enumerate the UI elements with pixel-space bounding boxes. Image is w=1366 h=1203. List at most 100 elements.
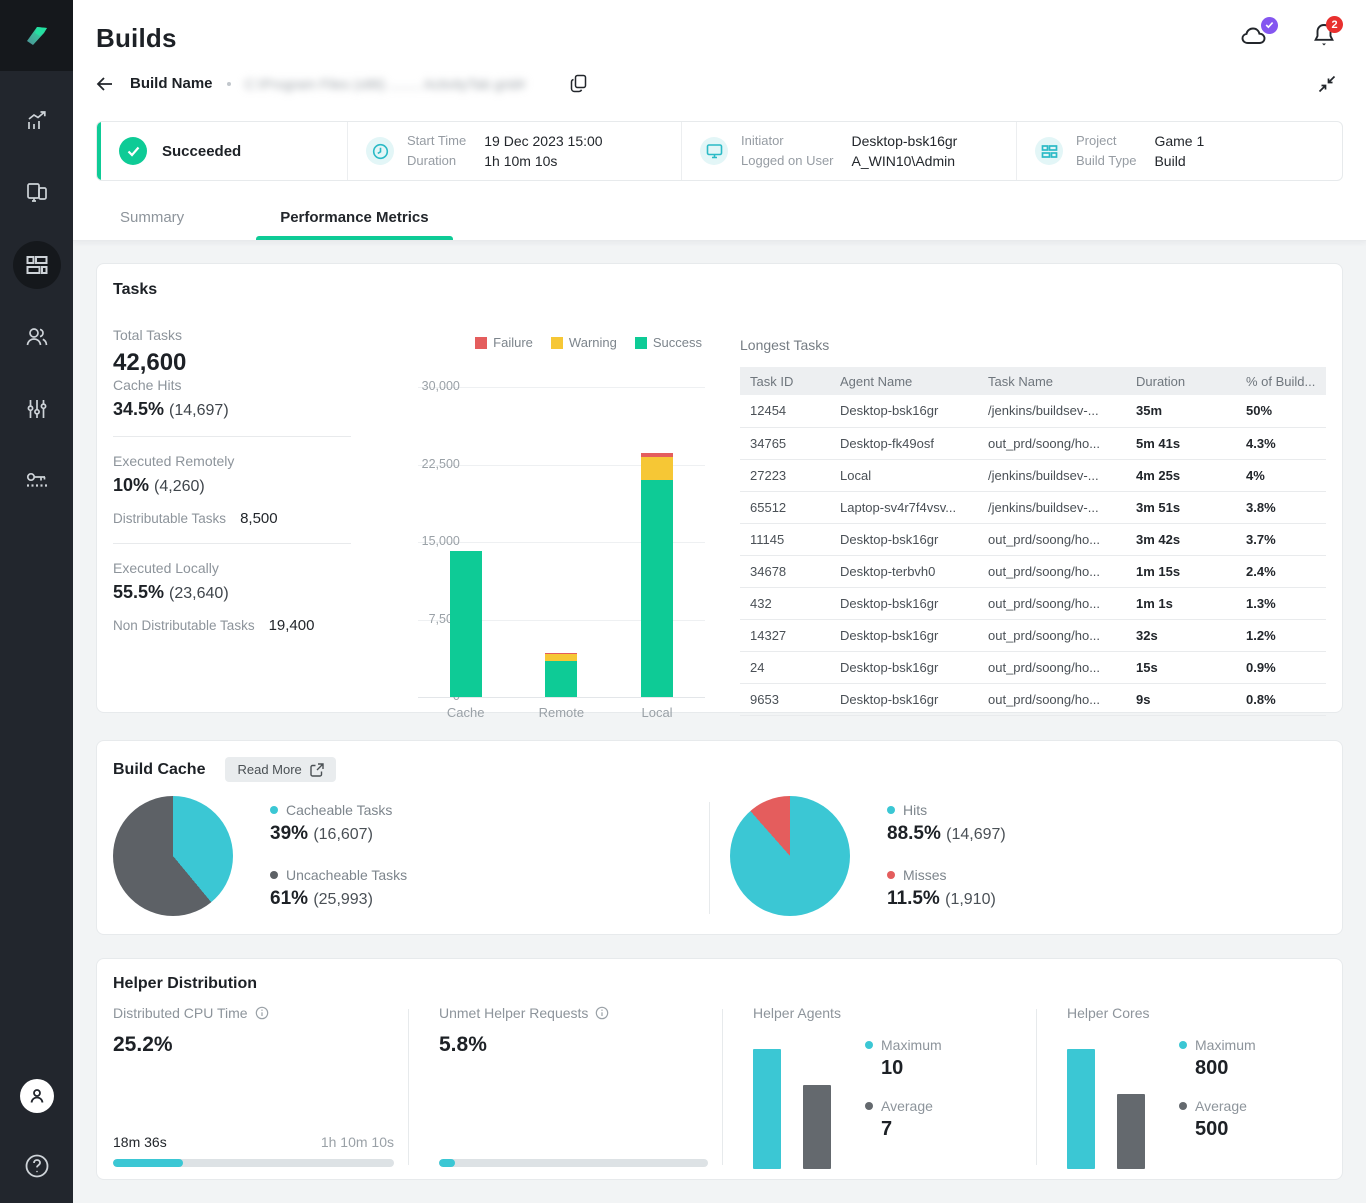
tab-performance-metrics[interactable]: Performance Metrics: [256, 199, 452, 240]
cloud-status-button[interactable]: [1240, 24, 1270, 53]
legend-value: 61% (25,993): [270, 888, 407, 910]
cores-max-value: 800: [1195, 1057, 1256, 1080]
pct-of-build: 4%: [1236, 459, 1326, 491]
task-id: 27223: [740, 459, 830, 491]
task-id: 11145: [740, 523, 830, 555]
user-avatar[interactable]: [20, 1079, 54, 1113]
app-logo[interactable]: [0, 0, 73, 71]
table-row[interactable]: 65512Laptop-sv4r7f4vsv.../jenkins/builds…: [740, 491, 1326, 523]
read-more-label: Read More: [237, 762, 301, 777]
legend-value: 11.5% (1,910): [887, 888, 1006, 910]
maximum-dot: [1179, 1041, 1187, 1049]
table-row[interactable]: 27223Local/jenkins/buildsev-...4m 25s4%: [740, 459, 1326, 491]
distributed-cpu-time: Distributed CPU Time 25.2% 18m 36s 1h 10…: [113, 1005, 408, 1169]
info-icon[interactable]: [255, 1006, 269, 1020]
agent-name: Desktop-bsk16gr: [830, 683, 978, 715]
average-dot: [1179, 1102, 1187, 1110]
duration: 5m 41s: [1126, 427, 1236, 459]
task-id: 9653: [740, 683, 830, 715]
bar-cache[interactable]: [450, 551, 482, 697]
column-header[interactable]: Duration: [1126, 367, 1236, 395]
sidebar-item-license[interactable]: [1, 445, 73, 517]
legend-swatch: [551, 337, 563, 349]
task-name: out_prd/soong/ho...: [978, 587, 1126, 619]
duration: 1m 1s: [1126, 587, 1236, 619]
collapse-button[interactable]: [1318, 75, 1336, 93]
info-icon[interactable]: [595, 1006, 609, 1020]
stat-sub-label: Non Distributable Tasks: [113, 618, 255, 633]
sidebar-item-users[interactable]: [1, 301, 73, 373]
table-row[interactable]: 432Desktop-bsk16grout_prd/soong/ho...1m …: [740, 587, 1326, 619]
stat-sub-label: Distributable Tasks: [113, 511, 226, 526]
status-label: Succeeded: [162, 143, 241, 160]
status-field-label: Project: [1076, 133, 1136, 149]
tasks-card: Tasks Total Tasks42,600Cache Hits34.5% (…: [96, 263, 1343, 713]
task-id: 24: [740, 651, 830, 683]
chart-legend: FailureWarningSuccess: [475, 335, 702, 350]
help-button[interactable]: [22, 1151, 52, 1181]
initiator-segment: InitiatorDesktop-bsk16grLogged on UserA_…: [681, 122, 1016, 180]
sidebar-item-agents[interactable]: [1, 157, 73, 229]
helper-agents: Helper Agents Maximum 10 Average 7: [723, 1005, 1036, 1169]
status-field-label: Initiator: [741, 133, 834, 149]
tab-summary[interactable]: Summary: [96, 199, 208, 240]
table-row[interactable]: 24Desktop-bsk16grout_prd/soong/ho...15s0…: [740, 651, 1326, 683]
cpu-progress: 18m 36s 1h 10m 10s: [113, 1134, 394, 1167]
copy-button[interactable]: [570, 74, 587, 93]
table-row[interactable]: 34765Desktop-fk49osfout_prd/soong/ho...5…: [740, 427, 1326, 459]
column-header[interactable]: Agent Name: [830, 367, 978, 395]
notifications-button[interactable]: 2: [1312, 22, 1336, 54]
stat-label: Cache Hits: [113, 377, 366, 393]
project-segment: ProjectGame 1Build TypeBuild: [1016, 122, 1342, 180]
pct-of-build: 4.3%: [1236, 427, 1326, 459]
bar-local[interactable]: [641, 453, 673, 697]
sidebar-item-analytics[interactable]: [1, 85, 73, 157]
column-header[interactable]: Task ID: [740, 367, 830, 395]
table-row[interactable]: 12454Desktop-bsk16gr/jenkins/buildsev-..…: [740, 395, 1326, 427]
pct-of-build: 3.7%: [1236, 523, 1326, 555]
legend-swatch: [475, 337, 487, 349]
task-id: 34678: [740, 555, 830, 587]
read-more-button[interactable]: Read More: [225, 757, 335, 782]
pct-of-build: 0.8%: [1236, 683, 1326, 715]
incredibuild-logo-icon: [20, 19, 54, 53]
unmet-label: Unmet Helper Requests: [439, 1005, 588, 1021]
duration: 1m 15s: [1126, 555, 1236, 587]
duration: 4m 25s: [1126, 459, 1236, 491]
legend-label: Failure: [493, 335, 533, 350]
table-row[interactable]: 11145Desktop-bsk16grout_prd/soong/ho...3…: [740, 523, 1326, 555]
back-button[interactable]: [96, 76, 114, 92]
average-dot: [865, 1102, 873, 1110]
duration: 15s: [1126, 651, 1236, 683]
legend-swatch: [635, 337, 647, 349]
pct-of-build: 50%: [1236, 395, 1326, 427]
status-field-value: 1h 10m 10s: [484, 153, 602, 169]
table-row[interactable]: 34678Desktop-terbvh0out_prd/soong/ho...1…: [740, 555, 1326, 587]
agent-name: Laptop-sv4r7f4vsv...: [830, 491, 978, 523]
table-row[interactable]: 9653Desktop-bsk16grout_prd/soong/ho...9s…: [740, 683, 1326, 715]
gridline: [418, 697, 705, 698]
x-axis-label: Cache: [418, 705, 514, 720]
cloud-ok-badge: [1261, 17, 1278, 34]
content-area: Tasks Total Tasks42,600Cache Hits34.5% (…: [73, 241, 1366, 1203]
bar-remote[interactable]: [545, 653, 577, 697]
helper-cores-chart: [1067, 1047, 1145, 1169]
agents-icon: [24, 180, 50, 206]
column-header[interactable]: Task Name: [978, 367, 1126, 395]
helper-agents-label: Helper Agents: [753, 1005, 841, 1021]
pie-legend-cacheable-tasks: Cacheable Tasks39% (16,607): [270, 802, 407, 845]
column-header[interactable]: % of Build...: [1236, 367, 1326, 395]
table-row[interactable]: 14327Desktop-bsk16grout_prd/soong/ho...3…: [740, 619, 1326, 651]
sidebar-item-settings[interactable]: [1, 373, 73, 445]
stat-value: 34.5% (14,697): [113, 399, 366, 420]
cacheability-pie: [113, 796, 233, 916]
sidebar-item-builds[interactable]: [1, 229, 73, 301]
gridline: [418, 387, 705, 388]
agent-name: Desktop-bsk16gr: [830, 587, 978, 619]
helper-title: Helper Distribution: [113, 975, 1326, 993]
duration: 3m 51s: [1126, 491, 1236, 523]
helper-distribution-card: Helper Distribution Distributed CPU Time…: [96, 958, 1343, 1180]
agent-name: Desktop-fk49osf: [830, 427, 978, 459]
status-field-label: Duration: [407, 153, 466, 169]
max-label: Maximum: [1195, 1037, 1256, 1053]
